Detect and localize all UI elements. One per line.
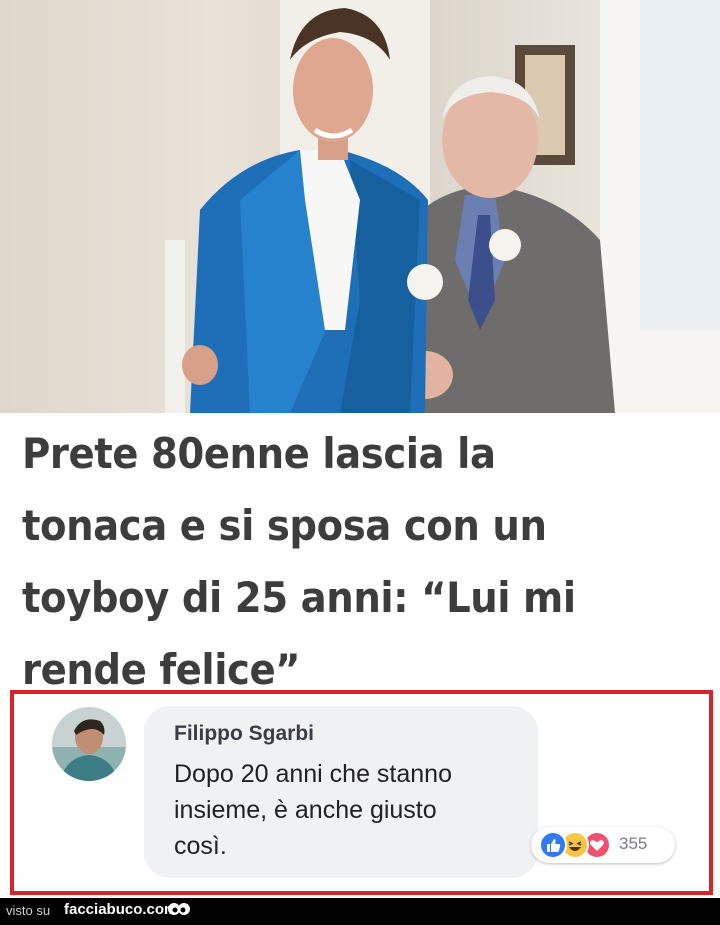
visto-su-label: visto su bbox=[6, 903, 51, 918]
photo-illustration bbox=[165, 0, 720, 413]
comment-bubble: Filippo Sgarbi Dopo 20 anni che stanno i… bbox=[144, 706, 538, 878]
reactions-summary[interactable]: 355 bbox=[531, 827, 675, 863]
watermark-bar: visto su facciabuco.com bbox=[0, 898, 720, 925]
headline-line: Prete 80enne lascia la bbox=[22, 429, 496, 478]
avatar[interactable] bbox=[52, 707, 126, 781]
comment-line: così. bbox=[174, 832, 227, 860]
highlighted-comment: Filippo Sgarbi Dopo 20 anni che stanno i… bbox=[10, 690, 713, 895]
eyes-logo-icon bbox=[168, 903, 190, 915]
stair-post bbox=[165, 240, 185, 413]
comment-line: Dopo 20 anni che stanno bbox=[174, 760, 452, 788]
article-headline: Prete 80enne lascia la tonaca e si sposa… bbox=[22, 418, 648, 706]
headline-line: toyboy di 25 anni: “Lui mi bbox=[22, 573, 576, 622]
headline-line: tonaca e si sposa con un bbox=[22, 501, 547, 550]
news-photo bbox=[0, 0, 720, 413]
like-icon bbox=[539, 831, 567, 859]
comment-author[interactable]: Filippo Sgarbi bbox=[174, 722, 314, 746]
site-logo-text[interactable]: facciabuco.com bbox=[64, 901, 177, 918]
comment-text: Dopo 20 anni che stanno insieme, è anche… bbox=[174, 756, 524, 864]
reaction-count: 355 bbox=[619, 834, 648, 853]
comment-line: insieme, è anche giusto bbox=[174, 796, 437, 824]
